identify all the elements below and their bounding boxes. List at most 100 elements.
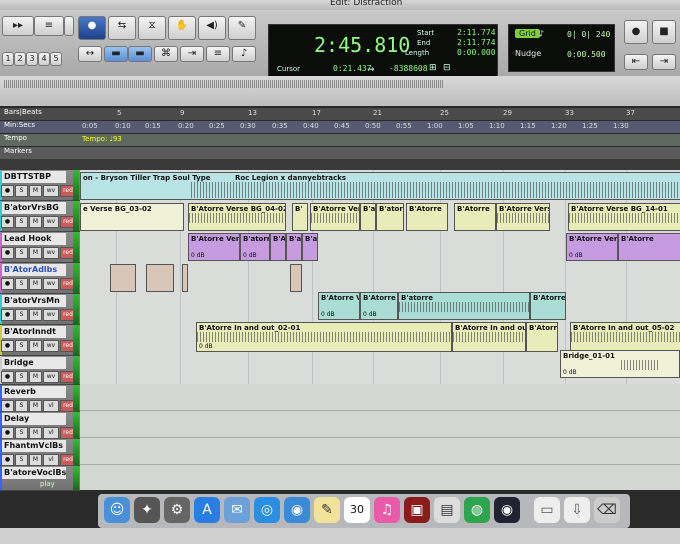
audio-clip[interactable]: B'Atorre [270,233,286,261]
folder-icon[interactable]: ▭ [534,497,560,523]
audio-clip[interactable]: B'atorre [398,292,530,320]
aux-lane[interactable] [80,438,680,465]
audio-clip[interactable]: B'Atorre In and out_05-02 [570,322,680,352]
solo-button[interactable]: S [15,216,28,228]
protools-icon[interactable]: ◉ [494,497,520,523]
track-name[interactable]: DBTTSTBP [2,171,66,183]
track-header[interactable]: Reverb ● S Mvl red [0,385,80,412]
markers-ruler[interactable]: Markers [0,147,680,159]
mute-button[interactable]: M [29,427,42,439]
stop-icon[interactable]: ■ [652,20,676,44]
record-icon[interactable]: ● [1,454,14,466]
launchpad-icon[interactable]: ✦ [134,497,160,523]
track-name[interactable]: B'atorVrsBG [2,202,66,214]
audio-clip[interactable]: B'a [302,233,318,261]
grid-mode-button[interactable]: ▬ [128,46,152,62]
track-header[interactable]: FhantmVclBs ● S Mvl red [0,439,80,466]
audio-clip[interactable]: B'Atorr [526,322,558,352]
view-selector[interactable]: wv [43,216,59,228]
preview-icon[interactable]: ▤ [434,497,460,523]
track-name[interactable]: FhantmVclBs [2,440,66,452]
rocket-icon[interactable]: ⚙ [164,497,190,523]
solo-button[interactable]: S [15,371,28,383]
audio-clip[interactable]: on - Bryson Tiller Trap Soul Type Roc Le… [80,172,680,200]
audio-clip[interactable]: B'a [360,203,376,231]
view-selector[interactable]: wv [43,340,59,352]
finder-icon[interactable]: ☺ [104,497,130,523]
tempo-ruler[interactable]: Tempo Tempo: ♩93 [0,134,680,146]
audio-clip[interactable]: B'Atorre Verse 0 dB [188,233,240,261]
track-name[interactable]: Delay [2,413,66,425]
record-icon[interactable]: ● [1,216,14,228]
track-header[interactable]: B'atorVrsBG ● S Mwv red [0,201,80,232]
photo-booth-icon[interactable]: ▣ [404,497,430,523]
solo-button[interactable]: S [15,454,28,466]
slip-mode-button[interactable]: ▬ [104,46,128,62]
view-selector[interactable]: wv [43,371,59,383]
audio-clip[interactable]: B'Atorre Verse 0 dB [566,233,618,261]
audio-clip[interactable]: B'Atorre Vers [310,203,360,231]
grabber-hand-icon[interactable]: ✋ [168,16,196,40]
mute-button[interactable]: M [29,309,42,321]
record-circle-icon[interactable]: ● [624,20,648,44]
audio-clip[interactable]: B'Atorre In and out_02-01 0 dB [196,322,452,352]
grid-value[interactable]: 0| 0| 240 [567,30,610,39]
start-value[interactable]: 2:11.774 [457,28,496,37]
mute-button[interactable]: M [29,278,42,290]
track-name[interactable]: Lead Hook [2,233,66,245]
audio-clip[interactable]: Bridge_01-01 0 dB [560,350,680,378]
track-header[interactable]: Delay ● S Mvl red [0,412,80,439]
track-name[interactable]: Bridge [2,357,66,369]
spot-mode-button[interactable]: ↔ [78,46,102,62]
audio-clip[interactable] [290,264,302,292]
track-name[interactable]: B'atorVrsMn [2,295,66,307]
track-header[interactable]: B'AtorAdlbs ● S Mwv red [0,263,80,294]
track-header[interactable]: Lead Hook ● S Mwv red [0,232,80,263]
track-name[interactable]: B'AtorInndt [2,326,66,338]
audio-clip[interactable]: B'Atorre Verse BG_14-01 [568,203,680,231]
solo-button[interactable]: S [15,400,28,412]
length-value[interactable]: 0:00.000 [457,48,496,57]
view-selector[interactable]: wv [43,247,59,259]
audio-clip[interactable]: B'Atorre [406,203,448,231]
record-icon[interactable]: ● [1,400,14,412]
aux-lane[interactable] [80,384,680,411]
track-header[interactable]: B'atoreVoclBs play [0,466,80,491]
solo-button[interactable]: S [15,247,28,259]
photo-icon[interactable]: ◉ [284,497,310,523]
trim-tool-icon[interactable]: ⧖ [138,16,166,40]
link-button[interactable]: ⌘ [154,46,178,62]
min-secs-ruler[interactable]: Min:Secs 0:05 0:10 0:15 0:20 0:25 0:30 0… [0,121,680,133]
audio-clip[interactable]: B'Atorre [454,203,496,231]
view-selector[interactable]: vl [43,400,59,412]
pencil-tool-icon[interactable]: ✎ [228,16,256,40]
solo-button[interactable]: S [15,340,28,352]
mirror-midi-button[interactable]: ≡ [206,46,230,62]
solo-button[interactable]: S [15,427,28,439]
view-selector[interactable]: wv [43,309,59,321]
audio-clip[interactable] [110,264,136,292]
record-icon[interactable]: ● [1,278,14,290]
record-icon[interactable]: ● [1,247,14,259]
trash-icon[interactable]: ⌫ [594,497,620,523]
record-icon[interactable]: ● [1,185,14,197]
track-header[interactable]: B'atorVrsMn ● S Mwv red [0,294,80,325]
record-icon[interactable]: ● [1,309,14,321]
num-button-4[interactable]: 4 [38,52,50,66]
view-selector[interactable]: wv [43,278,59,290]
audio-clip[interactable]: B'Atorre [618,233,680,261]
tab-to-transient-button[interactable]: ⇥ [180,46,204,62]
aux-lane[interactable] [80,411,680,438]
safari-icon[interactable]: ◎ [254,497,280,523]
solo-button[interactable]: S [15,309,28,321]
audio-clip[interactable]: B' [292,203,308,231]
nudge-value[interactable]: 0:00.500 [567,50,606,59]
track-name[interactable]: B'AtorAdlbs [2,264,66,276]
bars-beats-ruler[interactable]: Bars|Beats 5 9 13 17 21 25 29 33 37 [0,108,680,120]
scrubber-speaker-icon[interactable]: ◀) [198,16,226,40]
track-header[interactable]: DBTTSTBP ● S Mwv red [0,170,80,201]
audio-clip[interactable] [182,264,188,292]
mute-button[interactable]: M [29,454,42,466]
num-button-1[interactable]: 1 [2,52,14,66]
calendar-icon[interactable]: 30 [344,497,370,523]
